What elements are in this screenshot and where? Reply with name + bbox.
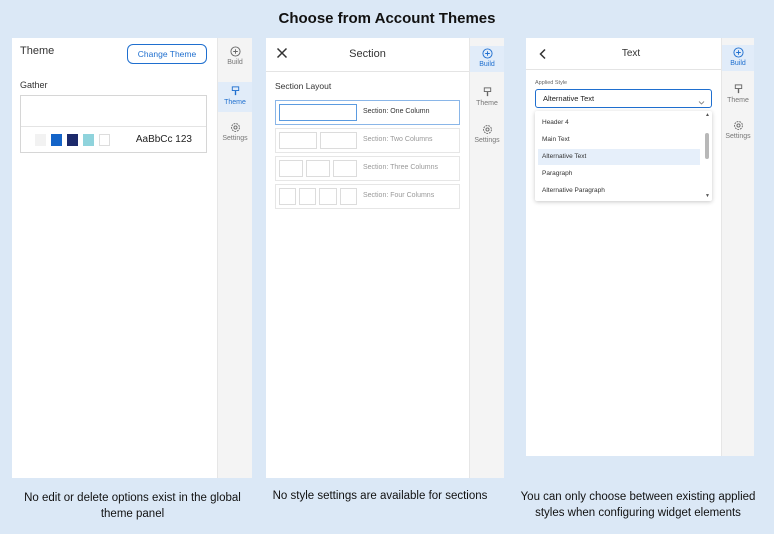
swatch-1 bbox=[35, 134, 46, 146]
paint-roller-icon bbox=[483, 87, 491, 97]
caption-text-panel: You can only choose between existing app… bbox=[520, 491, 756, 519]
gear-icon bbox=[733, 121, 743, 130]
text-panel: Text Applied Style Alternative Text Head… bbox=[526, 38, 754, 456]
gear-icon bbox=[482, 125, 492, 134]
layout-option-one-column[interactable]: Section: One Column bbox=[275, 100, 460, 125]
layout-option-three-columns[interactable]: Section: Three Columns bbox=[275, 156, 460, 181]
rail-theme[interactable]: Theme bbox=[218, 82, 252, 112]
font-sample: AaBbCc 123 bbox=[135, 134, 192, 145]
scroll-down-arrow[interactable]: ▼ bbox=[705, 194, 710, 199]
chevron-down-icon bbox=[698, 94, 705, 105]
dropdown-option[interactable]: Paragraph bbox=[535, 166, 703, 182]
rail-theme[interactable]: Theme bbox=[470, 86, 504, 114]
rail-build[interactable]: Build bbox=[470, 46, 504, 72]
caption-theme-panel: No edit or delete options exist in the g… bbox=[24, 492, 241, 520]
style-dropdown-list[interactable]: Header 4 Main Text Alternative Text Para… bbox=[535, 111, 712, 201]
rail-settings[interactable]: Settings bbox=[470, 124, 504, 152]
theme-name: Gather bbox=[20, 80, 48, 90]
applied-style-select[interactable]: Alternative Text bbox=[535, 89, 712, 108]
plus-circle-icon bbox=[481, 48, 493, 59]
rail-settings[interactable]: Settings bbox=[722, 120, 754, 148]
page-title: Choose from Account Themes bbox=[278, 10, 496, 27]
layout-option-four-columns[interactable]: Section: Four Columns bbox=[275, 184, 460, 209]
swatch-3 bbox=[67, 134, 78, 146]
scroll-up-arrow[interactable]: ▲ bbox=[705, 113, 710, 118]
rail-settings[interactable]: Settings bbox=[218, 122, 252, 150]
panel-header: Theme bbox=[20, 45, 55, 57]
theme-preview-card[interactable]: AaBbCc 123 bbox=[20, 95, 207, 153]
rail-build[interactable]: Build bbox=[218, 46, 252, 74]
section-layout-label: Section Layout bbox=[275, 81, 332, 91]
dropdown-option[interactable]: Main Text bbox=[535, 132, 703, 148]
swatch-2 bbox=[51, 134, 62, 146]
paint-roller-icon bbox=[734, 84, 742, 94]
dropdown-scrollbar[interactable]: ▲ ▼ bbox=[704, 113, 710, 199]
rail-theme[interactable]: Theme bbox=[722, 83, 754, 111]
side-rail: Build Theme Settings bbox=[721, 38, 754, 456]
side-rail: Build Theme Settings bbox=[217, 38, 252, 478]
dropdown-option[interactable]: Alternative Paragraph bbox=[535, 183, 703, 199]
dropdown-option[interactable]: Header 4 bbox=[535, 115, 703, 131]
caption-section-panel: No style settings are available for sect… bbox=[272, 490, 488, 502]
dropdown-option-selected[interactable]: Alternative Text bbox=[538, 149, 700, 165]
section-panel: Section Section Layout Section: One Colu… bbox=[266, 38, 504, 478]
panel-header: Section bbox=[349, 48, 386, 60]
change-theme-button[interactable]: Change Theme bbox=[127, 44, 207, 64]
scrollbar-thumb[interactable] bbox=[705, 133, 709, 159]
rail-build[interactable]: Build bbox=[722, 45, 754, 71]
layout-option-two-columns[interactable]: Section: Two Columns bbox=[275, 128, 460, 153]
swatch-5 bbox=[99, 134, 110, 146]
panel-header: Text bbox=[621, 48, 641, 59]
plus-circle-icon bbox=[229, 46, 241, 57]
theme-panel: Theme Change Theme Gather AaBbCc 123 Bui… bbox=[12, 38, 252, 478]
side-rail: Build Theme Settings bbox=[469, 38, 504, 478]
swatch-4 bbox=[83, 134, 94, 146]
gear-icon bbox=[230, 123, 240, 132]
applied-style-label: Applied Style bbox=[535, 80, 568, 86]
paint-roller-icon bbox=[231, 86, 239, 96]
plus-circle-icon bbox=[732, 47, 744, 58]
